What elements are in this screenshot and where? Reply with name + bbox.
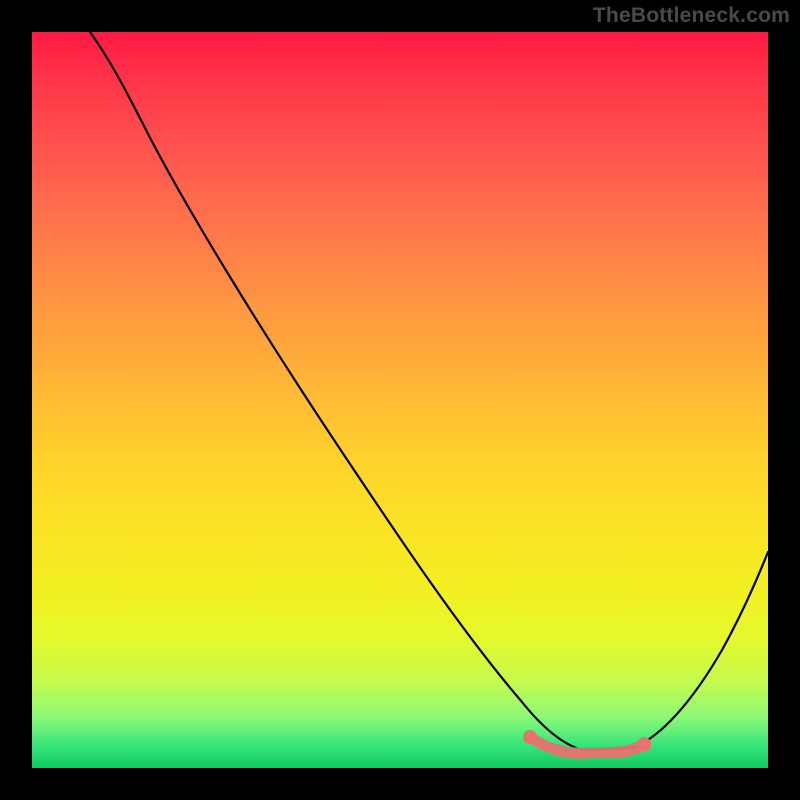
- bottleneck-curve: [90, 32, 768, 750]
- plot-area: [32, 32, 768, 768]
- chart-frame: TheBottleneck.com: [0, 0, 800, 800]
- highlight-start-dot: [523, 730, 537, 744]
- optimal-range-highlight: [530, 737, 644, 753]
- highlight-end-dot: [637, 737, 651, 751]
- curve-svg: [32, 32, 768, 768]
- watermark-text: TheBottleneck.com: [593, 4, 790, 28]
